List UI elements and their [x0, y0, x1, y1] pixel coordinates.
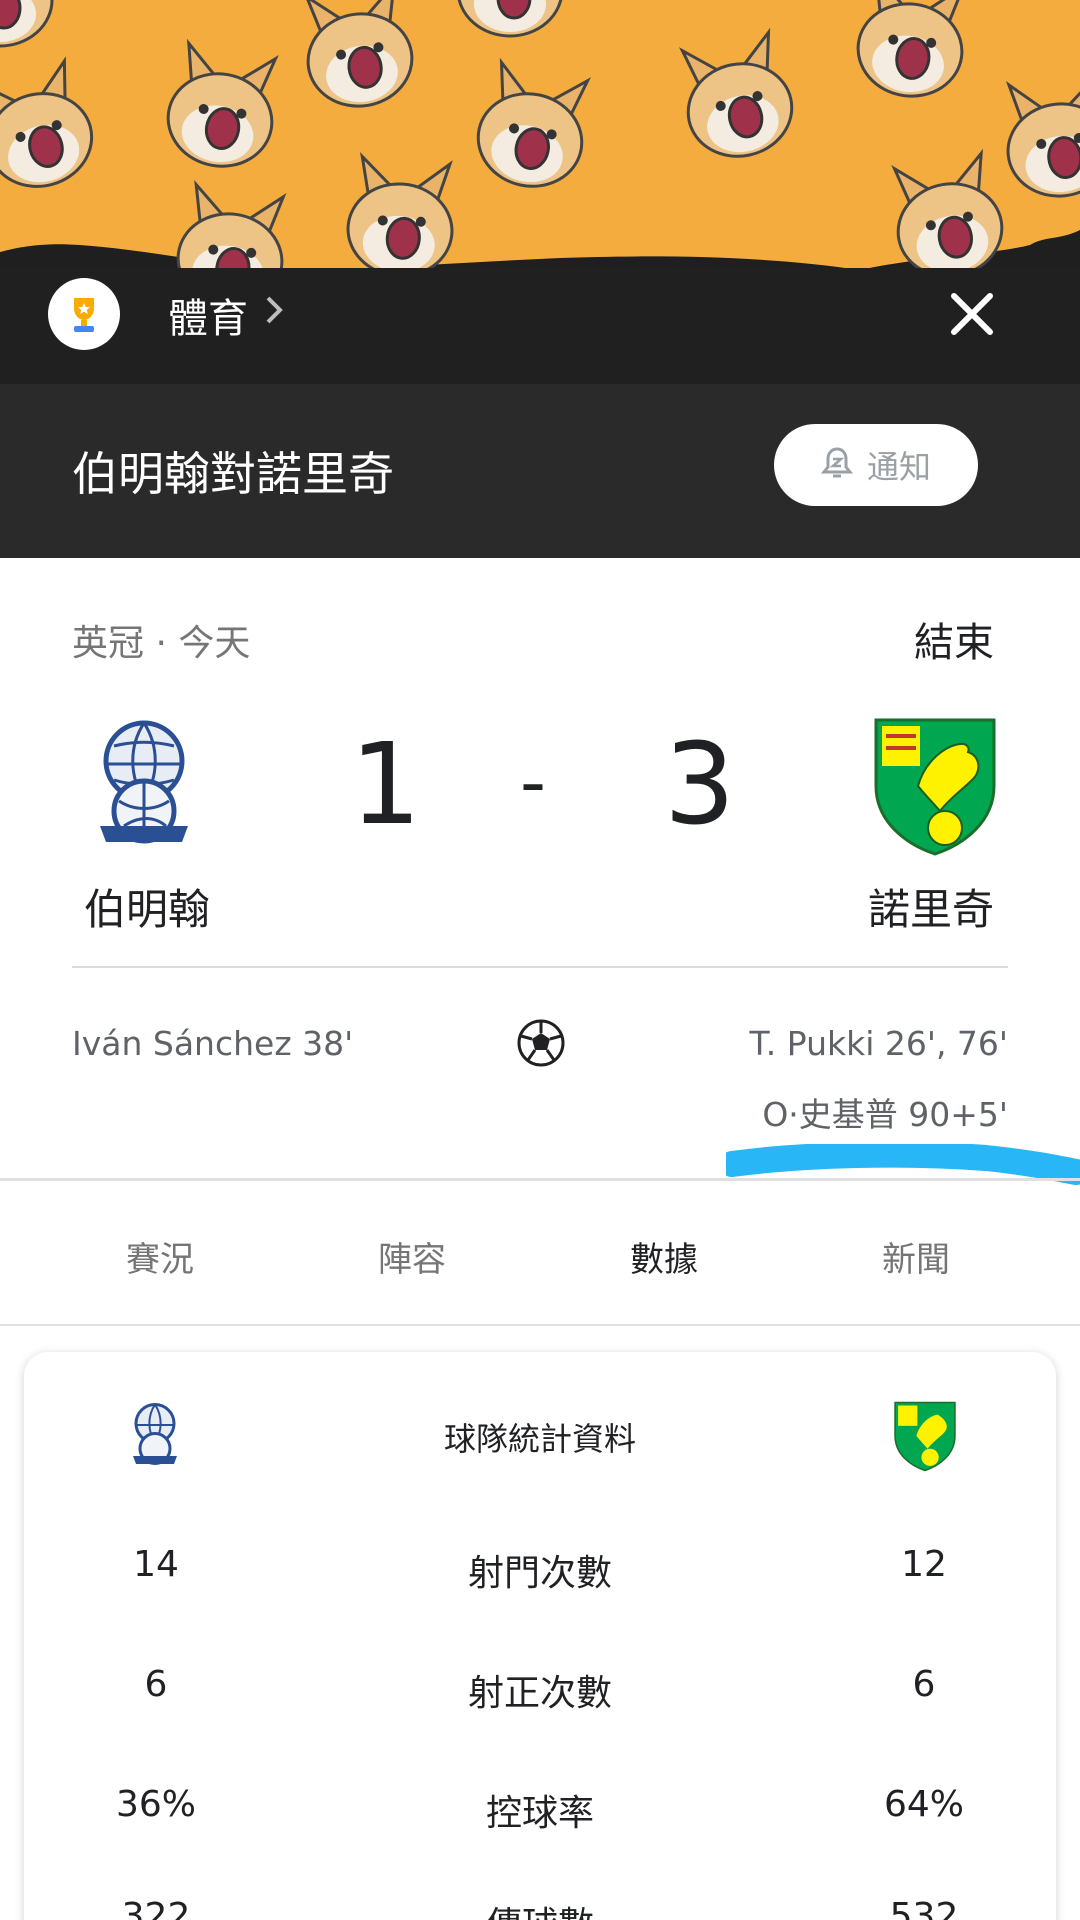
away-score: 3: [664, 720, 736, 850]
stat-row: 6 射正次數 6: [0, 1664, 1080, 1724]
away-stat-value: 64%: [883, 1784, 964, 1825]
away-team-name[interactable]: 諾里奇: [868, 876, 994, 937]
score-separator: -: [520, 740, 546, 824]
tab-play-by-play[interactable]: 賽況: [126, 1232, 194, 1281]
away-stat-value: 6: [912, 1664, 936, 1705]
soccer-ball-icon: [516, 1018, 566, 1072]
chevron-right-icon[interactable]: [262, 292, 286, 337]
section-divider: [0, 1178, 1080, 1181]
away-team-logo-small: [892, 1400, 958, 1476]
trophy-icon[interactable]: [48, 278, 120, 350]
home-scorers: Iván Sánchez 38': [72, 1024, 354, 1063]
home-team-logo[interactable]: [94, 716, 194, 860]
bell-snooze-icon: [820, 445, 854, 485]
category-label[interactable]: 體育: [168, 286, 248, 344]
league-date: 英冠 · 今天: [72, 623, 251, 664]
tab-stats[interactable]: 數據: [630, 1232, 698, 1281]
tab-news[interactable]: 新聞: [882, 1232, 950, 1281]
top-bar: [0, 268, 1080, 384]
tab-lineups[interactable]: 陣容: [378, 1232, 446, 1281]
away-scorer-2: O·史基普 90+5': [762, 1095, 1008, 1134]
notify-button[interactable]: 通知: [774, 424, 978, 506]
stat-row: 14 射門次數 12: [0, 1544, 1080, 1604]
shiba-doodle-image: [0, 0, 1080, 300]
away-scorer-1: T. Pukki 26', 76': [749, 1024, 1008, 1063]
highlight-annotation: [719, 1141, 1080, 1196]
away-stat-value: 12: [901, 1544, 947, 1585]
doodle-banner[interactable]: [0, 0, 1080, 300]
divider: [72, 966, 1008, 968]
stat-row: 322 傳球數 532: [0, 1896, 1080, 1920]
home-team-name[interactable]: 伯明翰: [84, 876, 210, 937]
home-score: 1: [350, 720, 422, 850]
notify-label: 通知: [866, 448, 931, 486]
tabs-divider: [0, 1324, 1080, 1326]
close-icon[interactable]: [940, 282, 1004, 346]
match-status: 結束: [914, 620, 994, 666]
away-team-logo[interactable]: [870, 716, 1000, 860]
stat-row: 36% 控球率 64%: [0, 1784, 1080, 1844]
page-title: 伯明翰對諾里奇: [72, 447, 394, 501]
away-stat-value: 532: [889, 1896, 959, 1920]
